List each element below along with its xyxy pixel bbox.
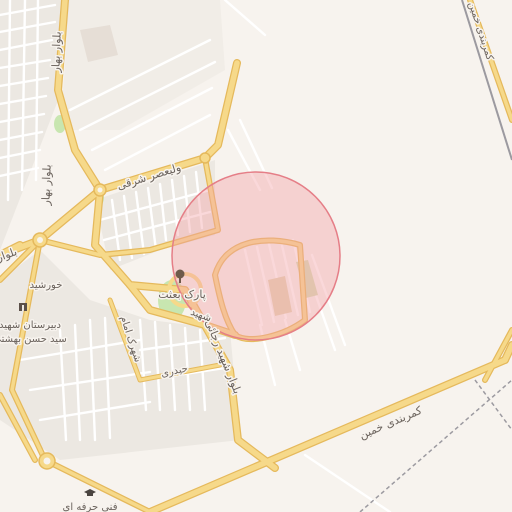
label-school-line2: سید حسن بهشتی (0, 334, 67, 345)
roundabout-north-center (97, 187, 103, 193)
label-boulevard-bahar-2: بلوار بهار (39, 164, 53, 206)
label-vocational: فنی حرفه ای (63, 502, 118, 512)
label-boulevard-bahar: بلوار بهار (49, 31, 63, 73)
label-school-line1: دبیرستان شهید (0, 320, 61, 331)
label-park-besat: پارک بعثت (158, 288, 206, 301)
label-khorshid: خورشید (30, 280, 63, 291)
map-view[interactable]: بلوار بهار بلوار بهار بلوار ولیعصر شرقی … (0, 0, 512, 512)
map-canvas[interactable]: بلوار بهار بلوار بهار بلوار ولیعصر شرقی … (0, 0, 512, 512)
roundabout-west-center (37, 237, 43, 243)
roundabout-northeast (199, 152, 211, 164)
roundabout-south-center (43, 457, 51, 465)
